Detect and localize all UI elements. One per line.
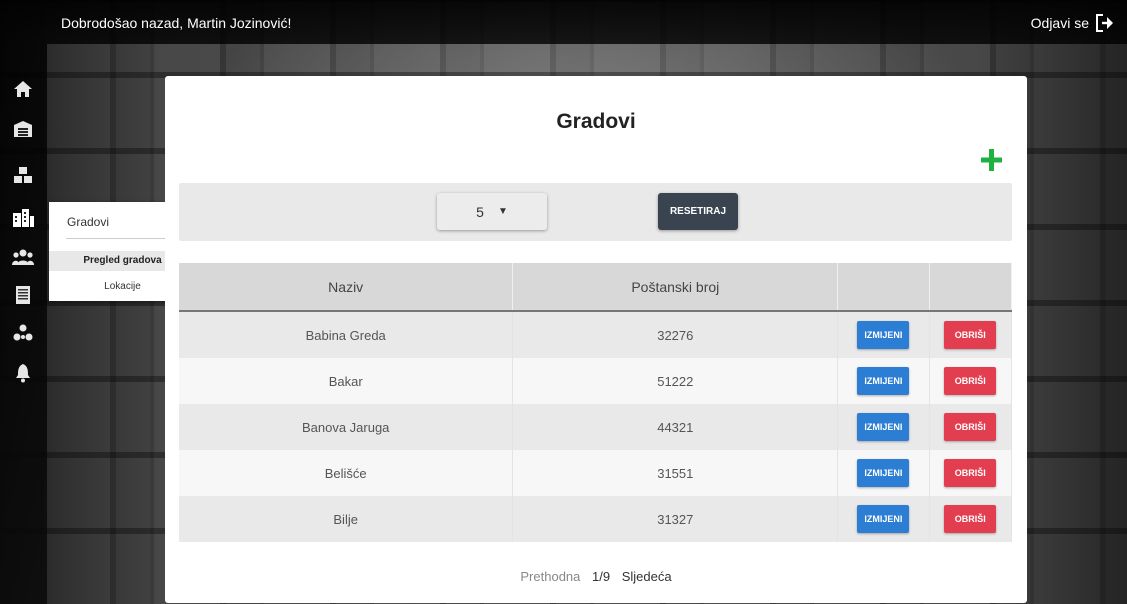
page-indicator: 1/9 — [592, 569, 611, 584]
next-page-link[interactable]: Sljedeća — [622, 569, 672, 584]
flyout-divider — [66, 238, 178, 239]
warehouse-icon[interactable] — [11, 118, 35, 140]
city-icon[interactable] — [11, 207, 35, 229]
edit-button[interactable]: IZMIJENI — [857, 459, 910, 487]
sidebar — [0, 44, 47, 604]
pagination: Prethodna 1/9 Sljedeća — [165, 569, 1027, 584]
logout-label: Odjavi se — [1030, 15, 1089, 31]
bell-icon[interactable] — [11, 362, 35, 384]
city-name-cell: Bakar — [179, 358, 514, 404]
main-card: Gradovi 5 ▼ RESETIRAJ Naziv Poštanski br… — [165, 76, 1027, 603]
column-header-delete — [929, 263, 1013, 312]
table-row: Bakar 51222 IZMIJENI OBRIŠI — [179, 358, 1013, 404]
delete-button[interactable]: OBRIŠI — [944, 367, 997, 395]
page-size-select[interactable]: 5 ▼ — [437, 193, 547, 230]
home-icon[interactable] — [11, 78, 35, 100]
add-city-plus-icon[interactable] — [978, 146, 1006, 174]
postal-code-cell: 32276 — [512, 311, 839, 358]
caret-down-icon: ▼ — [497, 206, 508, 217]
previous-page-link[interactable]: Prethodna — [520, 569, 580, 584]
edit-button[interactable]: IZMIJENI — [857, 367, 910, 395]
delete-button[interactable]: OBRIŠI — [944, 413, 997, 441]
table-row: Banova Jaruga 44321 IZMIJENI OBRIŠI — [179, 404, 1013, 450]
filter-bar: 5 ▼ RESETIRAJ — [179, 183, 1012, 241]
delete-button[interactable]: OBRIŠI — [944, 459, 997, 487]
users-icon[interactable] — [11, 246, 35, 268]
top-bar: Dobrodošao nazad, Martin Jozinović! Odja… — [0, 0, 1127, 44]
table-row: Bilje 31327 IZMIJENI OBRIŠI — [179, 496, 1013, 542]
flyout-title: Gradovi — [67, 215, 110, 229]
postal-code-cell: 44321 — [512, 404, 839, 450]
edit-button[interactable]: IZMIJENI — [857, 505, 910, 533]
reset-button[interactable]: RESETIRAJ — [658, 193, 738, 230]
column-header-name[interactable]: Naziv — [179, 263, 514, 312]
table-header-row: Naziv Poštanski broj — [179, 263, 1013, 312]
page-size-value: 5 — [476, 203, 484, 220]
delete-button[interactable]: OBRIŠI — [944, 321, 997, 349]
page-title: Gradovi — [556, 110, 636, 133]
edit-button[interactable]: IZMIJENI — [857, 413, 910, 441]
cities-table: Naziv Poštanski broj Babina Greda 32276 … — [179, 263, 1013, 542]
table-row: Belišće 31551 IZMIJENI OBRIŠI — [179, 450, 1013, 496]
table-row: Babina Greda 32276 IZMIJENI OBRIŠI — [179, 311, 1013, 358]
city-name-cell: Banova Jaruga — [179, 404, 514, 450]
edit-button[interactable]: IZMIJENI — [857, 321, 910, 349]
postal-code-cell: 31327 — [512, 496, 839, 542]
delete-button[interactable]: OBRIŠI — [944, 505, 997, 533]
boxes-icon[interactable] — [11, 164, 35, 186]
postal-code-cell: 51222 — [512, 358, 839, 404]
sign-out-icon — [1096, 14, 1113, 32]
welcome-message: Dobrodošao nazad, Martin Jozinović! — [61, 15, 292, 31]
postal-code-cell: 31551 — [512, 450, 839, 496]
city-name-cell: Bilje — [179, 496, 514, 542]
city-name-cell: Babina Greda — [179, 311, 514, 358]
city-name-cell: Belišće — [179, 450, 514, 496]
sitemap-icon[interactable] — [11, 322, 35, 344]
column-header-edit — [837, 263, 930, 312]
logout-button[interactable]: Odjavi se — [1031, 14, 1115, 32]
column-header-postal-code[interactable]: Poštanski broj — [512, 263, 839, 312]
documents-icon[interactable] — [11, 284, 35, 306]
